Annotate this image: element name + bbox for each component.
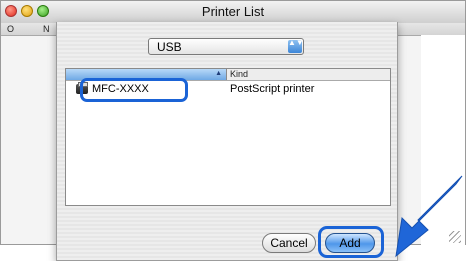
connection-type-popup[interactable]: USB ▲▼ xyxy=(148,38,304,55)
printer-kind: PostScript printer xyxy=(230,83,315,95)
connection-type-value: USB xyxy=(157,40,182,54)
cancel-button[interactable]: Cancel xyxy=(262,233,316,253)
pointer-arrow-icon xyxy=(395,175,463,258)
kind-column-header[interactable]: Kind xyxy=(230,69,248,80)
printer-row-highlight xyxy=(80,78,188,102)
status-column-header[interactable]: O xyxy=(7,23,14,35)
popup-arrows-icon: ▲▼ xyxy=(288,39,304,53)
add-button-highlight xyxy=(318,226,384,258)
sort-ascending-icon: ▲ xyxy=(215,70,222,77)
window-title: Printer List xyxy=(201,4,265,19)
name-column-header[interactable]: N xyxy=(43,23,50,35)
title-bar[interactable]: Printer List xyxy=(1,1,465,24)
